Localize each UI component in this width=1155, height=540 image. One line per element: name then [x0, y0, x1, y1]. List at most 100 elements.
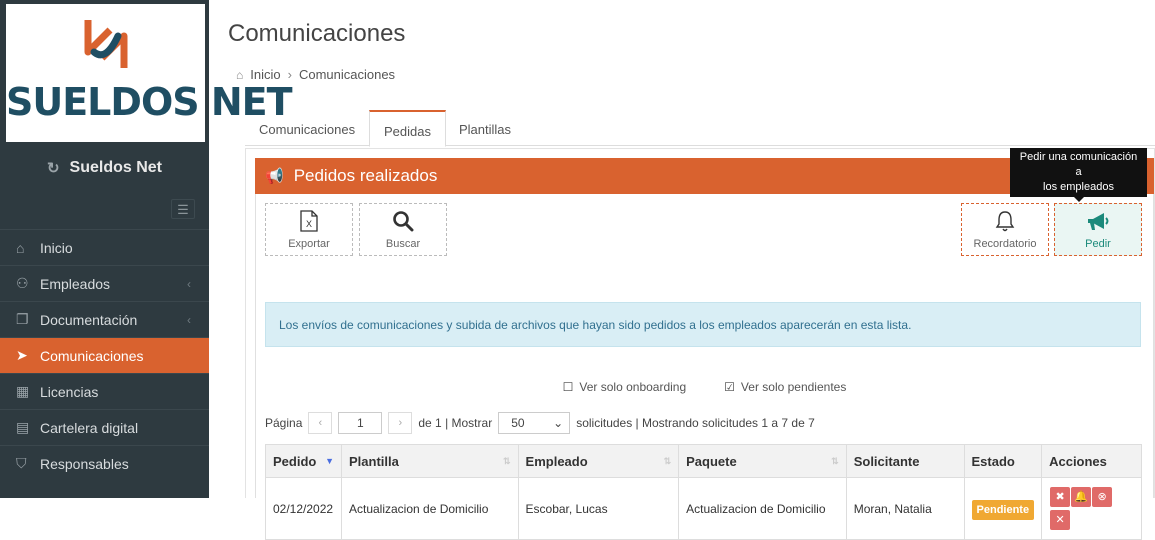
sidebar-item-label: Cartelera digital [40, 419, 139, 436]
home-icon: ⌂ [236, 67, 244, 82]
column-header-acciones: Acciones [1041, 444, 1142, 478]
search-icon [393, 211, 414, 232]
panel-body: X Exportar Buscar Recordatorio Pedir Ped… [255, 148, 1154, 540]
reminder-button-label: Recordatorio [973, 238, 1037, 250]
page-size-value: 50 [511, 416, 525, 430]
excel-file-icon: X [300, 210, 318, 232]
cell-estado: Pendiente [963, 477, 1043, 540]
header-label: Paquete [686, 453, 737, 469]
column-header-plantilla[interactable]: Plantilla ⇅ [340, 444, 519, 478]
request-button[interactable]: Pedir [1054, 203, 1142, 256]
sidebar-brand: ↻ Sueldos Net [0, 145, 209, 191]
pager-summary: solicitudes | Mostrando solicitudes 1 a … [576, 416, 815, 430]
export-button[interactable]: X Exportar [265, 203, 353, 256]
sidebar-item-label: Comunicaciones [40, 347, 144, 364]
delete-button[interactable]: ✕ [1050, 509, 1071, 530]
request-button-label: Pedir [1085, 238, 1111, 250]
pager: Página ‹ 1 › de 1 | Mostrar 50 ⌄ solicit… [265, 412, 815, 434]
search-button-label: Buscar [385, 238, 421, 250]
main-content: Comunicaciones ⌂ Inicio › Comunicaciones… [209, 0, 1155, 540]
board-icon: ▤ [16, 419, 30, 435]
logo[interactable]: SUELDOS NET [6, 4, 293, 142]
svg-text:X: X [306, 219, 312, 229]
sidebar-brand-label: Sueldos Net [69, 159, 163, 176]
column-header-solicitante: Solicitante [845, 444, 965, 478]
logo-text: SUELDOS NET [6, 80, 293, 124]
reject-button[interactable]: ⊗ [1092, 486, 1113, 507]
breadcrumb: ⌂ Inicio › Comunicaciones [236, 67, 395, 82]
cell-plantilla: Actualizacion de Domicilio [340, 477, 519, 540]
tooltip-line: los empleados [1043, 181, 1114, 193]
column-header-estado: Estado [963, 444, 1043, 478]
chevron-down-icon: ⌄ [553, 416, 564, 430]
panel: 📢 Pedidos realizados X Exportar Buscar R… [245, 148, 1155, 540]
paper-plane-icon: ➤ [16, 347, 28, 363]
table-row: 02/12/2022 Actualizacion de Domicilio Es… [265, 477, 1142, 540]
onboarding-filter-checkbox[interactable]: ☐ Ver solo onboarding [563, 380, 687, 394]
bell-icon [995, 211, 1015, 232]
page-title: Comunicaciones [228, 20, 406, 47]
checkbox-unchecked-icon: ☐ [562, 380, 574, 394]
column-header-empleado[interactable]: Empleado ⇅ [517, 444, 680, 478]
sidebar-toggle-button[interactable]: ☰ [171, 199, 195, 219]
status-badge: Pendiente [971, 499, 1035, 520]
tab-plantillas[interactable]: Plantillas [445, 110, 525, 147]
info-alert: Los envíos de comunicaciones y subida de… [265, 302, 1141, 347]
filters: ☐ Ver solo onboarding ☑ Ver solo pendiente… [256, 380, 1153, 394]
cell-solicitante: Moran, Natalia [845, 477, 965, 540]
pager-page-label: Página [265, 416, 303, 430]
sidebar-item-documentacion[interactable]: ❐ Documentación ‹ [0, 301, 209, 337]
onboarding-filter-label: Ver solo onboarding [579, 380, 687, 394]
sort-desc-icon: ▼ [325, 456, 334, 466]
sidebar-item-cartelera[interactable]: ▤ Cartelera digital [0, 409, 209, 445]
prev-page-button[interactable]: ‹ [308, 412, 333, 434]
column-header-paquete[interactable]: Paquete ⇅ [678, 444, 847, 478]
cell-pedido: 02/12/2022 [265, 477, 342, 540]
sidebar-item-label: Documentación [40, 311, 138, 328]
header-label: Solicitante [853, 453, 920, 469]
tab-comunicaciones[interactable]: Comunicaciones [245, 110, 369, 147]
search-button[interactable]: Buscar [359, 203, 447, 256]
cell-empleado: Escobar, Lucas [517, 477, 680, 540]
pending-filter-checkbox[interactable]: ☑ Ver solo pendientes [724, 380, 846, 394]
page-number-input[interactable]: 1 [338, 412, 383, 434]
header-label: Plantilla [348, 453, 399, 469]
hamburger-icon: ☰ [177, 201, 189, 217]
refresh-icon: ↻ [46, 160, 60, 177]
sidebar-item-comunicaciones[interactable]: ➤ Comunicaciones [0, 337, 209, 373]
calendar-icon: ▦ [16, 383, 30, 399]
sort-icon: ⇅ [663, 456, 672, 466]
sort-icon: ⇅ [831, 456, 839, 466]
home-icon: ⌂ [16, 239, 25, 256]
breadcrumb-home-link[interactable]: Inicio [250, 67, 280, 82]
documents-icon: ❐ [16, 311, 29, 327]
sidebar-item-label: Empleados [40, 275, 111, 292]
sidebar-item-responsables[interactable]: ⛉ Responsables [0, 445, 209, 481]
header-label: Pedido [273, 453, 317, 469]
header-label: Estado [971, 453, 1015, 469]
pending-filter-label: Ver solo pendientes [740, 380, 847, 394]
shield-icon: ⛉ [16, 455, 27, 471]
cancel-request-button[interactable]: ✖ [1050, 486, 1071, 507]
column-header-pedido[interactable]: Pedido ▼ [265, 444, 342, 478]
sidebar-item-inicio[interactable]: ⌂ Inicio [0, 229, 209, 265]
request-tooltip: Pedir una comunicación a los empleados [1010, 148, 1147, 202]
breadcrumb-separator-icon: › [287, 67, 292, 82]
sidebar-item-empleados[interactable]: ⚇ Empleados ‹ [0, 265, 209, 301]
reminder-button[interactable]: Recordatorio [961, 203, 1049, 256]
cell-acciones: ✖ 🔔 ⊗ ✕ [1041, 477, 1142, 540]
sidebar-item-licencias[interactable]: ▦ Licencias [0, 373, 209, 409]
checkbox-checked-icon: ☑ [724, 380, 735, 394]
remind-button[interactable]: 🔔 [1071, 486, 1092, 507]
header-label: Empleado [525, 453, 588, 469]
tab-pedidas[interactable]: Pedidas [369, 110, 446, 147]
pager-of-text: de 1 | Mostrar [418, 416, 493, 430]
chevron-left-icon: ‹ [187, 312, 191, 327]
megaphone-icon [1088, 213, 1109, 230]
sidebar-item-label: Licencias [40, 383, 99, 400]
breadcrumb-current: Comunicaciones [298, 67, 396, 82]
next-page-button[interactable]: › [388, 412, 413, 434]
chevron-left-icon: ‹ [187, 276, 191, 291]
header-label: Acciones [1049, 453, 1107, 469]
page-size-select[interactable]: 50 ⌄ [498, 412, 571, 434]
